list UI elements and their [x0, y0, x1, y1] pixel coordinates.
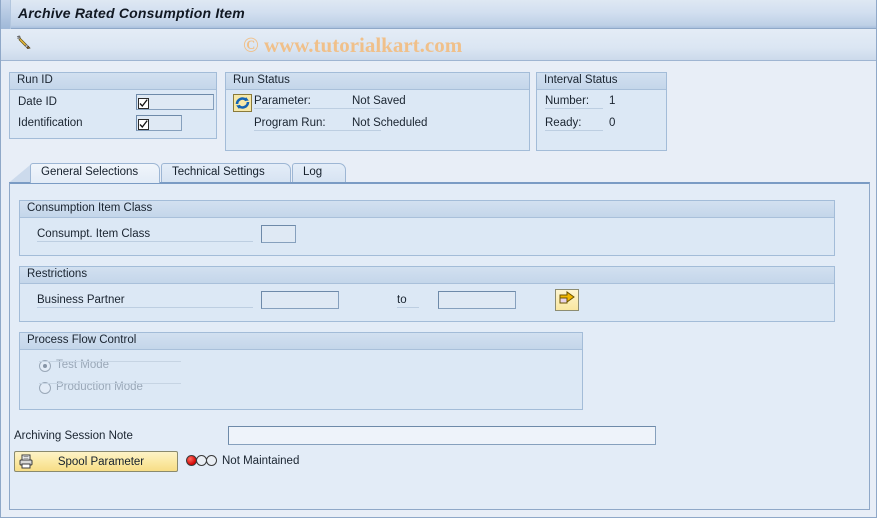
archiving-session-note-input[interactable] — [228, 426, 656, 445]
tab-general-selections[interactable]: General Selections — [30, 163, 160, 183]
printer-icon — [19, 454, 33, 469]
consumpt-item-class-label: Consumpt. Item Class — [37, 228, 253, 242]
archiving-session-note-label: Archiving Session Note — [14, 430, 133, 442]
traffic-light-red-icon — [186, 455, 217, 466]
process-flow-control-group: Process Flow Control Test Mode Productio… — [19, 332, 583, 410]
radio-test-mode-underline — [39, 361, 181, 362]
number-value: 1 — [609, 95, 616, 107]
traffic-light-dot-green — [206, 455, 217, 466]
tab-technical-settings-label: Technical Settings — [172, 166, 265, 178]
business-partner-from-input[interactable] — [261, 291, 339, 309]
sap-window: Archive Rated Consumption Item © www.tut… — [0, 0, 877, 518]
tab-log[interactable]: Log — [292, 163, 346, 183]
pencil-icon — [13, 32, 33, 57]
restrictions-legend: Restrictions — [20, 267, 834, 284]
tab-log-label: Log — [303, 166, 323, 178]
identification-input-wrapper — [136, 115, 182, 131]
restrictions-group: Restrictions Business Partner to — [19, 266, 835, 322]
multiple-selection-arrow-icon — [559, 290, 576, 310]
tab-panel-general-selections: Consumption Item Class Consumpt. Item Cl… — [9, 182, 870, 510]
spool-status-text: Not Maintained — [222, 455, 300, 467]
ready-label: Ready: — [545, 117, 603, 131]
identification-label: Identification — [18, 117, 83, 129]
consumption-item-class-legend: Consumption Item Class — [20, 201, 834, 218]
refresh-icon — [233, 94, 252, 116]
to-label: to — [397, 294, 419, 308]
program-run-value: Not Scheduled — [352, 117, 428, 129]
edit-button[interactable] — [9, 32, 37, 57]
application-toolbar — [1, 29, 876, 61]
identification-input[interactable] — [136, 115, 182, 131]
date-id-input[interactable] — [136, 94, 214, 110]
tab-strip: General Selections Technical Settings Lo… — [9, 163, 870, 183]
parameter-value: Not Saved — [352, 95, 406, 107]
interval-status-group: Interval Status Number: 1 Ready: 0 — [536, 72, 667, 151]
consumpt-item-class-input[interactable] — [261, 225, 296, 243]
run-status-legend: Run Status — [226, 73, 529, 90]
business-partner-label: Business Partner — [37, 294, 253, 308]
spool-parameter-button-label: Spool Parameter — [57, 455, 145, 468]
tab-general-selections-label: General Selections — [41, 166, 139, 178]
process-flow-control-legend: Process Flow Control — [20, 333, 582, 350]
interval-status-legend: Interval Status — [537, 73, 666, 90]
tab-technical-settings[interactable]: Technical Settings — [161, 163, 291, 183]
page-title: Archive Rated Consumption Item — [18, 5, 245, 21]
business-partner-to-input[interactable] — [438, 291, 516, 309]
ready-value: 0 — [609, 117, 616, 129]
radio-production-mode-underline — [39, 383, 181, 384]
run-id-group: Run ID Date ID Identification — [9, 72, 217, 139]
spool-parameter-button[interactable]: Spool Parameter — [14, 451, 178, 472]
title-bar-accent — [1, 0, 11, 29]
run-id-legend: Run ID — [10, 73, 216, 90]
window-title-bar: Archive Rated Consumption Item — [1, 0, 876, 29]
multiple-selection-button[interactable] — [555, 289, 579, 311]
refresh-button[interactable] — [233, 94, 252, 112]
number-label: Number: — [545, 95, 603, 109]
consumption-item-class-group: Consumption Item Class Consumpt. Item Cl… — [19, 200, 835, 256]
date-id-label: Date ID — [18, 96, 57, 108]
run-status-group: Run Status Parameter: Not Saved Program … — [225, 72, 530, 151]
date-id-input-wrapper — [136, 94, 214, 110]
